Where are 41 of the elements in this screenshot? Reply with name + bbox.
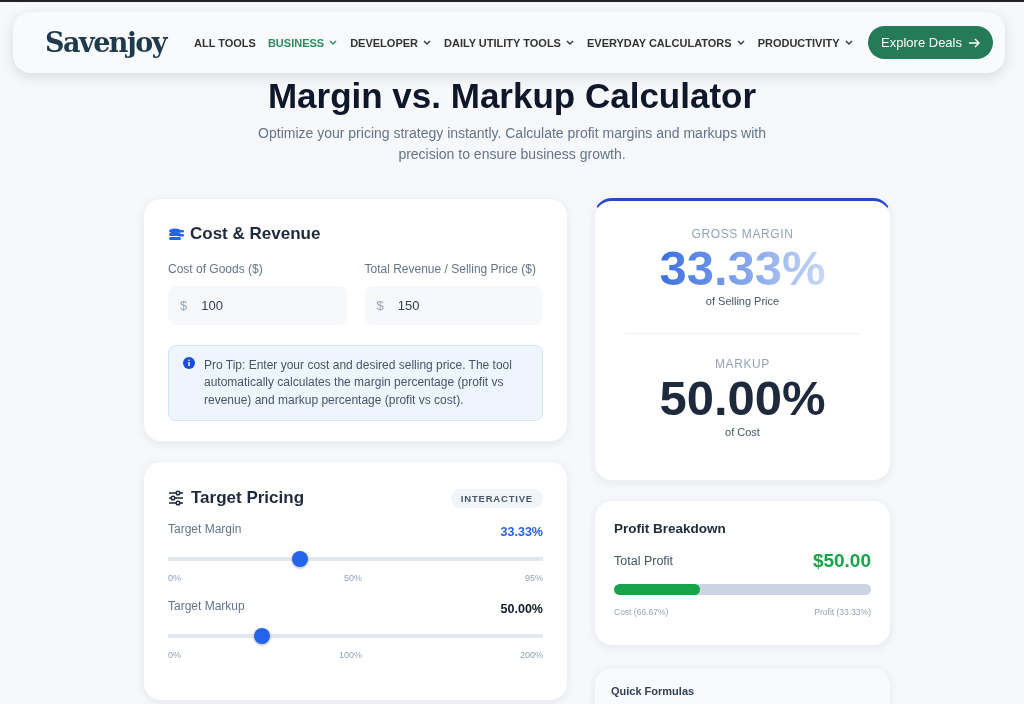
scale-label: 95% — [524, 573, 543, 583]
profit-label: Total Profit — [614, 554, 674, 568]
nav-item[interactable]: ALL TOOLS — [187, 36, 262, 49]
scale-label: 200% — [519, 650, 543, 660]
tip-text: Pro Tip: Enter your cost and desired selling price. The tool automatically calculates the margin percentage (profit vs revenue) and markup percentage (profit vs cost). — [204, 357, 513, 409]
slider-reading: 50.00% — [500, 602, 543, 616]
nav-item[interactable]: DEVELOPER — [344, 36, 438, 49]
result-label: GROSS MARGIN — [690, 227, 795, 241]
result-label: MARKUP — [714, 357, 771, 372]
slider-reading: 33.33% — [500, 525, 543, 539]
nav-item[interactable]: BUSINESS — [261, 36, 345, 49]
scale-label: 0% — [168, 650, 181, 660]
result-value: 50.00% — [659, 373, 826, 425]
input-field[interactable]: $ 150 — [364, 286, 543, 325]
card-title: Target Pricing — [191, 488, 306, 508]
card-title: Cost & Revenue — [190, 224, 321, 244]
page-subtitle: Optimize your pricing strategy instantly. Calculate profit margins and markups with precision to ensure business growth. — [257, 124, 767, 164]
result-caption: of Selling Price — [704, 295, 781, 308]
explore-deals-button[interactable]: Explore Deals — [868, 26, 993, 59]
currency-prefix: $ — [376, 298, 384, 313]
logo[interactable]: Savenjoy — [45, 27, 166, 58]
interactive-badge: INTERACTIVE — [450, 488, 543, 508]
result-caption: of Cost — [724, 425, 761, 438]
nav-item[interactable]: EVERYDAY CALCULATORS — [580, 36, 752, 49]
currency-prefix: $ — [180, 298, 188, 313]
card-title: Profit Breakdown — [614, 521, 727, 536]
cost-share-label: Cost (66.67%) — [614, 607, 669, 617]
field-label: Total Revenue / Selling Price ($) — [364, 262, 537, 276]
slider-label: Target Margin — [168, 522, 242, 538]
profit-share-label: Profit (33.33%) — [814, 607, 871, 617]
nav-item[interactable]: PRODUCTIVITY — [751, 36, 860, 49]
nav-item[interactable]: DAILY UTILITY TOOLS — [438, 36, 581, 49]
card-title: Quick Formulas — [611, 685, 696, 697]
page-title: Margin vs. Markup Calculator — [266, 76, 758, 116]
profit-value: $50.00 — [812, 550, 871, 572]
scale-label: 50% — [344, 573, 362, 583]
slider-label: Target Markup — [168, 599, 245, 615]
field-label: Cost of Goods ($) — [168, 262, 264, 276]
input-field[interactable]: $ 100 — [168, 286, 347, 325]
scale-label: 0% — [168, 573, 181, 583]
scale-label: 100% — [338, 650, 362, 660]
